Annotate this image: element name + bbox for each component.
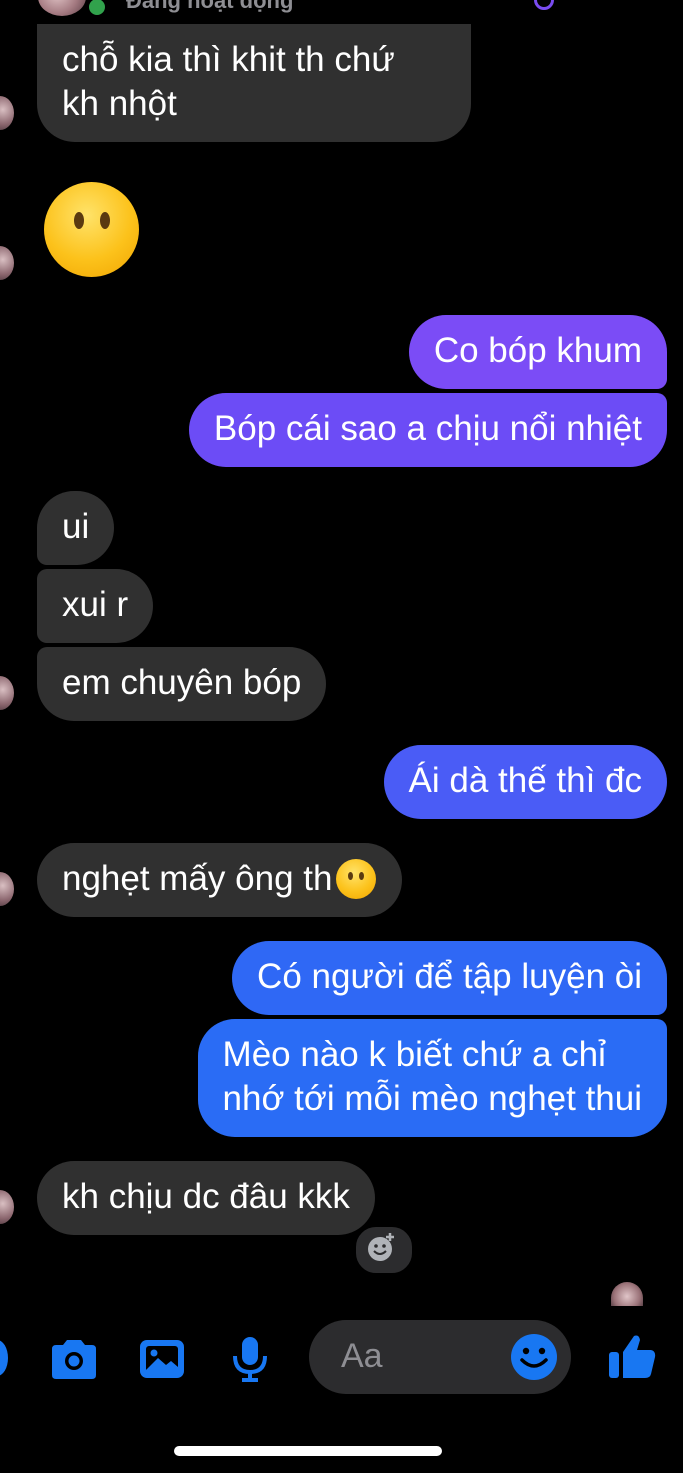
message-text: xui r	[62, 585, 129, 624]
sender-avatar[interactable]	[0, 96, 14, 130]
message-text: Ái dà thế thì đc	[408, 761, 642, 800]
emoji-eye	[359, 872, 365, 880]
thumbs-up-icon[interactable]	[606, 1332, 658, 1382]
message-text: kh chịu dc đâu kkk	[62, 1177, 350, 1216]
active-status-text: Đang hoạt động	[126, 0, 294, 13]
incoming-message[interactable]: ui	[37, 491, 115, 565]
sender-avatar[interactable]	[0, 1190, 14, 1224]
seen-avatar	[611, 1282, 643, 1306]
message-text: ui	[62, 507, 90, 546]
incoming-message[interactable]: xui r	[37, 569, 154, 643]
camera-icon[interactable]	[48, 1337, 100, 1381]
microphone-icon[interactable]	[230, 1334, 270, 1384]
add-reaction-icon	[368, 1233, 394, 1261]
message-text: Co bóp khum	[433, 331, 642, 370]
home-indicator	[174, 1446, 442, 1456]
incoming-message[interactable]: nghẹt mấy ông th	[37, 843, 403, 917]
contact-avatar[interactable]	[38, 0, 86, 16]
sender-avatar[interactable]	[0, 872, 14, 906]
outgoing-message[interactable]: Có người để tập luyện òi	[232, 941, 667, 1015]
face-without-mouth-icon	[336, 859, 377, 899]
sender-avatar[interactable]	[0, 676, 14, 710]
message-text: Bóp cái sao a chịu nổi nhiệt	[213, 409, 642, 448]
incoming-message[interactable]: em chuyên bóp	[37, 647, 327, 721]
message-line: nhớ tới mỗi mèo nghẹt thui	[222, 1079, 642, 1118]
emoji-eye	[74, 212, 84, 229]
outgoing-message[interactable]: Co bóp khum	[408, 315, 667, 389]
message-input-placeholder: Aa	[341, 1337, 383, 1375]
header-indicator-icon	[534, 0, 554, 10]
emoji-eye	[348, 872, 354, 880]
message-input[interactable]: Aa	[309, 1320, 571, 1394]
emoji-icon[interactable]	[509, 1332, 559, 1382]
online-status-dot	[86, 0, 108, 18]
message-text: em chuyên bóp	[62, 663, 302, 702]
outgoing-message[interactable]: Mèo nào k biết chứ a chỉ nhớ tới mỗi mèo…	[197, 1019, 667, 1137]
face-without-mouth-icon[interactable]	[44, 182, 139, 277]
add-reaction-button[interactable]	[353, 1224, 415, 1276]
message-line: kh nhột	[62, 84, 177, 123]
gallery-icon[interactable]	[138, 1336, 186, 1380]
emoji-eye	[100, 212, 110, 229]
message-line: Mèo nào k biết chứ a chỉ	[222, 1035, 606, 1074]
message-text: nghẹt mấy ông th	[62, 859, 333, 898]
outgoing-message[interactable]: Ái dà thế thì đc	[383, 745, 667, 819]
sender-avatar[interactable]	[0, 246, 14, 280]
incoming-message[interactable]: kh chịu dc đâu kkk	[37, 1161, 375, 1235]
incoming-message[interactable]: chỗ kia thì khit th chứ kh nhột	[37, 24, 471, 142]
outgoing-message[interactable]: Bóp cái sao a chịu nổi nhiệt	[188, 393, 667, 467]
message-line: chỗ kia thì khit th chứ	[62, 40, 395, 79]
more-icon[interactable]	[0, 1340, 8, 1376]
message-text: Có người để tập luyện òi	[257, 957, 642, 996]
